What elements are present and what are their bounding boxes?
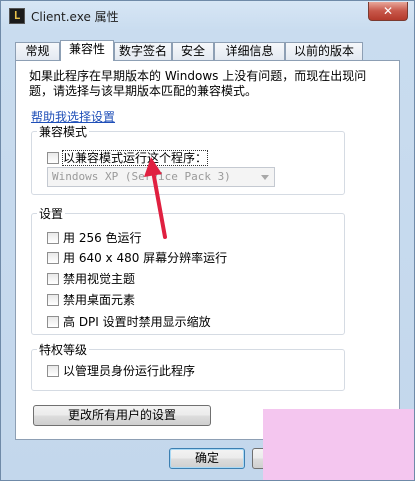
tab-compatibility[interactable]: 兼容性 bbox=[60, 40, 114, 61]
properties-window: L Client.exe 属性 ✕ 常规 兼容性 数字签名 安全 详细信息 以前… bbox=[0, 0, 415, 481]
overlay-block bbox=[263, 409, 414, 480]
